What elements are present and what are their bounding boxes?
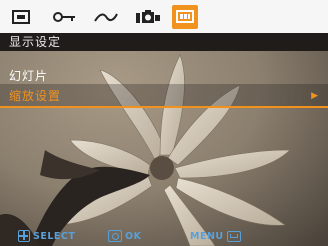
select-label: SELECT — [33, 230, 76, 242]
key-icon — [53, 12, 75, 22]
camera-screen: 显示设定 幻灯片 缩放设置 ▶ SELECT OK MENU — [0, 0, 328, 246]
return-icon — [226, 230, 241, 242]
tab-display[interactable] — [172, 5, 198, 29]
tab-setup[interactable] — [52, 5, 78, 29]
select-hint: SELECT — [18, 228, 75, 244]
dpad-icon — [18, 230, 30, 242]
menu-tab-bar — [0, 0, 328, 33]
chevron-right-icon: ▶ — [311, 91, 319, 101]
ok-button-icon — [108, 230, 122, 242]
camera-icon — [136, 10, 160, 23]
tab-effect[interactable] — [92, 5, 120, 29]
menu-hint: MENU — [190, 228, 241, 244]
menu-item-label: 缩放设置 — [9, 89, 62, 103]
menu-title: 显示设定 — [0, 33, 328, 51]
ok-hint: OK — [108, 228, 141, 244]
display-icon — [176, 10, 194, 23]
menu-item-zoom-settings[interactable]: 缩放设置 ▶ — [0, 84, 328, 108]
menu-item-label: 幻灯片 — [9, 69, 49, 83]
curve-icon — [94, 13, 118, 22]
tab-camera[interactable] — [134, 5, 162, 29]
button-hint-bar: SELECT OK MENU — [0, 225, 328, 246]
tab-playback[interactable] — [10, 5, 32, 29]
playback-icon — [12, 10, 30, 24]
menu-label: MENU — [190, 230, 224, 242]
ok-label: OK — [125, 230, 142, 242]
